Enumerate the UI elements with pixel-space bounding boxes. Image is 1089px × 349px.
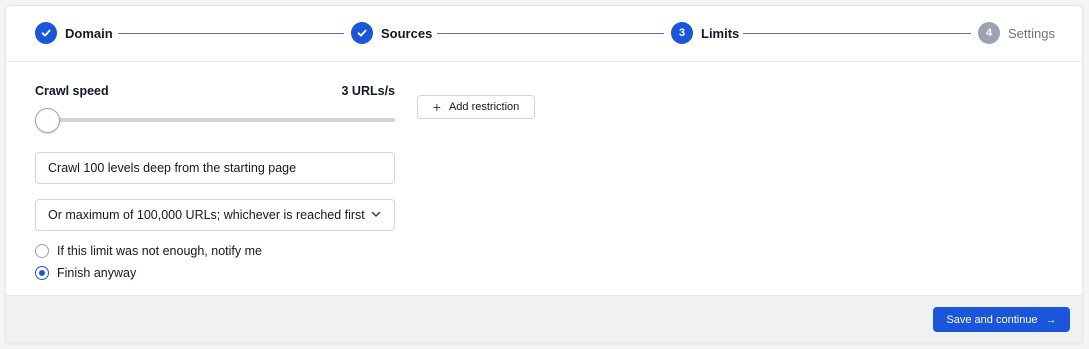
step-label: Settings <box>1008 25 1055 41</box>
radio-button[interactable] <box>35 266 49 280</box>
step-connector <box>118 33 344 34</box>
crawl-speed-value: 3 URLs/s <box>341 84 396 98</box>
step-limits[interactable]: 3 Limits <box>671 22 739 44</box>
limits-card: Domain Sources 3 Limits 4 Settings Crawl… <box>5 5 1083 343</box>
crawl-speed-slider-track[interactable] <box>35 118 395 122</box>
step-domain[interactable]: Domain <box>35 22 113 44</box>
save-label: Save and continue <box>946 313 1038 326</box>
check-icon <box>35 22 57 44</box>
check-icon <box>351 22 373 44</box>
footer-bar: Save and continue → <box>6 295 1082 342</box>
step-label: Sources <box>381 25 433 41</box>
radio-finish-anyway[interactable]: Finish anyway <box>35 266 136 280</box>
radio-button[interactable] <box>35 244 49 258</box>
max-urls-select-value: Or maximum of 100,000 URLs; whichever is… <box>48 208 365 222</box>
save-and-continue-button[interactable]: Save and continue → <box>933 307 1070 332</box>
step-number: 3 <box>671 22 693 44</box>
step-label: Domain <box>65 25 113 41</box>
step-sources[interactable]: Sources <box>351 22 432 44</box>
step-label: Limits <box>701 25 740 41</box>
chevron-down-icon <box>370 208 382 223</box>
radio-label: If this limit was not enough, notify me <box>57 244 262 258</box>
arrow-right-icon: → <box>1045 313 1057 326</box>
wizard-stepper: Domain Sources 3 Limits 4 Settings <box>6 6 1082 62</box>
crawl-speed-label: Crawl speed <box>35 84 109 98</box>
add-restriction-button[interactable]: + Add restriction <box>417 95 535 119</box>
step-settings[interactable]: 4 Settings <box>978 22 1055 44</box>
step-number: 4 <box>978 22 1000 44</box>
radio-notify-me[interactable]: If this limit was not enough, notify me <box>35 244 262 258</box>
add-restriction-label: Add restriction <box>448 101 520 113</box>
step-connector <box>437 33 664 34</box>
max-urls-select[interactable]: Or maximum of 100,000 URLs; whichever is… <box>35 199 395 231</box>
plus-icon: + <box>432 99 441 115</box>
crawl-depth-input[interactable] <box>35 152 395 184</box>
radio-label: Finish anyway <box>57 266 137 280</box>
step-connector <box>743 33 971 34</box>
crawl-speed-slider-thumb[interactable] <box>35 108 60 133</box>
